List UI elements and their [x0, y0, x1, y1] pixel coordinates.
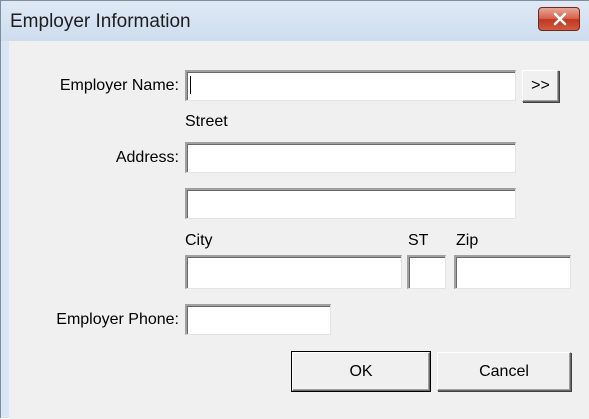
zip-input[interactable]	[454, 255, 571, 289]
lookup-button[interactable]: >>	[522, 70, 559, 102]
employer-phone-input[interactable]	[185, 304, 331, 335]
employer-phone-label: Employer Phone:	[56, 311, 179, 328]
state-label: ST	[408, 232, 429, 249]
close-icon	[553, 12, 567, 26]
state-input[interactable]	[407, 255, 446, 289]
employer-name-label: Employer Name:	[59, 77, 179, 94]
employer-name-input[interactable]	[185, 70, 516, 101]
text-caret	[190, 76, 191, 94]
close-button[interactable]	[538, 7, 580, 31]
window-title: Employer Information	[10, 11, 191, 32]
address-line2-input[interactable]	[185, 188, 516, 219]
dialog-window: Employer Information Employer Name: >> S…	[0, 0, 589, 419]
address-line1-input[interactable]	[185, 142, 516, 173]
ok-button[interactable]: OK	[291, 351, 431, 392]
cancel-button[interactable]: Cancel	[437, 352, 571, 391]
city-label: City	[185, 232, 213, 249]
title-bar[interactable]: Employer Information	[1, 1, 589, 41]
address-label: Address:	[115, 149, 179, 166]
city-input[interactable]	[185, 255, 402, 289]
street-label: Street	[185, 113, 228, 130]
zip-label: Zip	[456, 232, 479, 249]
